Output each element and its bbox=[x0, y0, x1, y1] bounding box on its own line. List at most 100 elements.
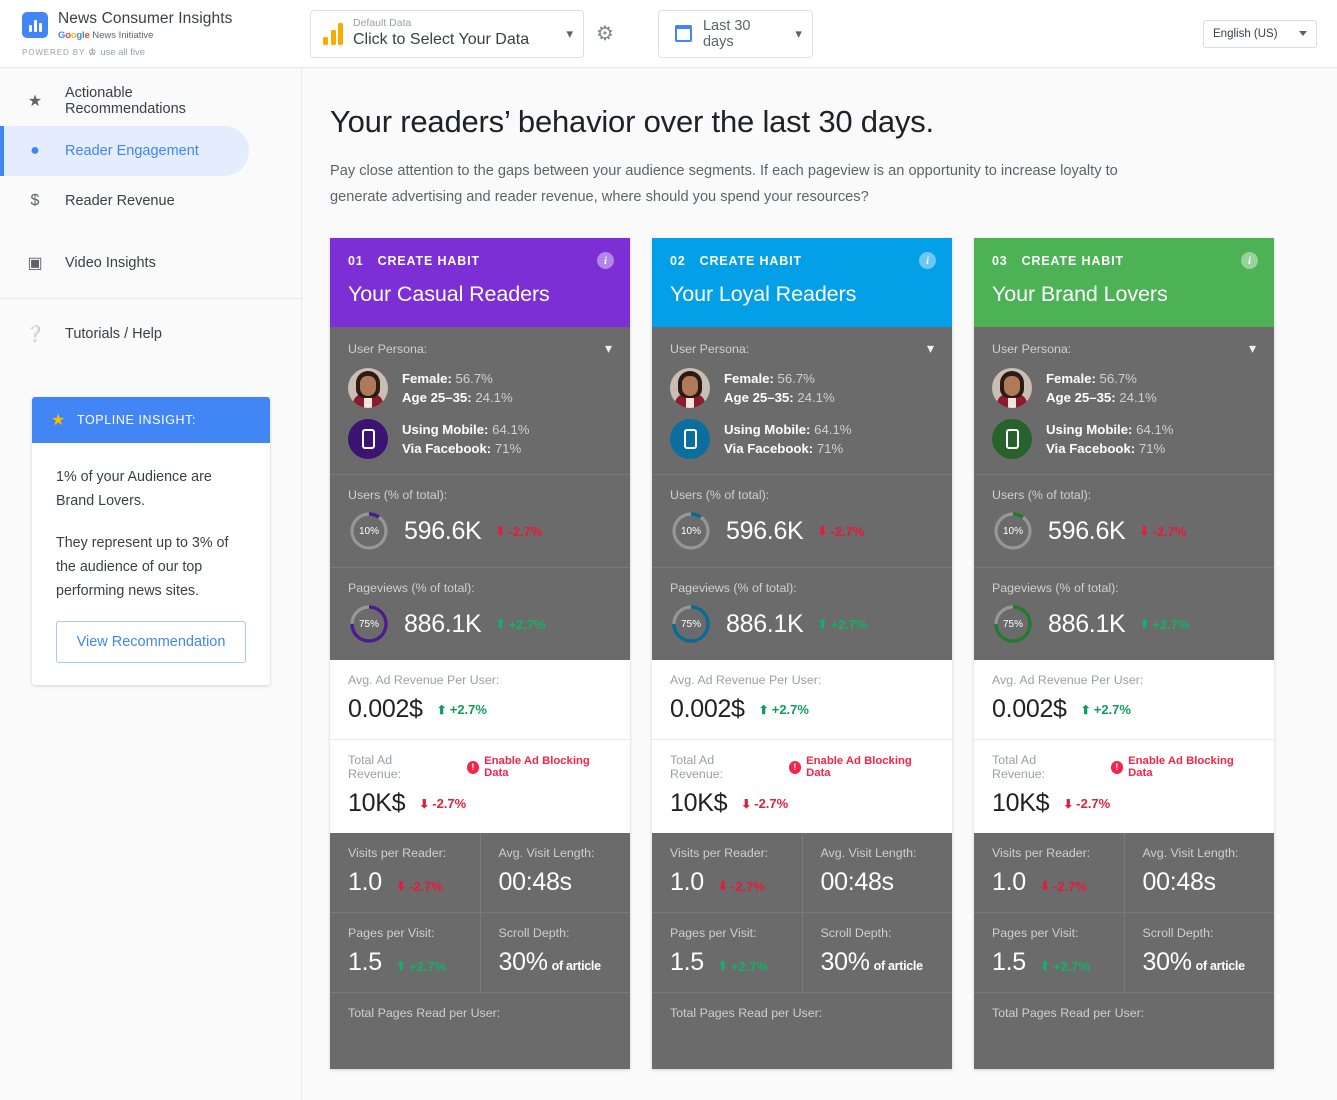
date-range-select[interactable]: Last 30 days ▾ bbox=[657, 9, 813, 58]
dollar-icon: $ bbox=[30, 192, 40, 209]
chevron-down-icon[interactable]: ▾ bbox=[927, 340, 934, 357]
sidebar-item-actionable-recommendations[interactable]: ★ Actionable Recommendations bbox=[0, 76, 249, 126]
delta-up: ⬆ +2.7% bbox=[436, 702, 487, 717]
sidebar-item-reader-revenue[interactable]: $ Reader Revenue bbox=[0, 176, 249, 226]
sidebar-item-label: Video Insights bbox=[65, 255, 156, 271]
sidebar-item-tutorials-help[interactable]: ❔ Tutorials / Help bbox=[0, 309, 249, 359]
info-icon[interactable]: i bbox=[597, 252, 614, 269]
chevron-down-icon[interactable]: ▾ bbox=[1249, 340, 1256, 357]
info-icon[interactable]: i bbox=[919, 252, 936, 269]
card-persona-metrics-dim: User Persona: ▾ Female: 56.7% Age 25–35:… bbox=[330, 327, 630, 660]
total-pages-read-metric: Total Pages Read per User: bbox=[652, 992, 952, 1069]
page-title: Your readers’ behavior over the last 30 … bbox=[330, 104, 934, 139]
card-kicker: CREATE HABIT bbox=[699, 254, 802, 268]
person-icon: ● bbox=[30, 142, 40, 159]
users-metric: Users (% of total): 10% 596.6K ⬇ -2.7% bbox=[330, 474, 630, 567]
persona-section: User Persona: ▾ Female: 56.7% Age 25–35:… bbox=[330, 327, 630, 474]
scroll-depth-label: Scroll Depth: bbox=[820, 926, 892, 940]
scroll-depth-value: 30% of article bbox=[820, 948, 924, 976]
persona-platform: Using Mobile: 64.1% Via Facebook: 71% bbox=[348, 419, 612, 459]
enable-ad-blocking-link[interactable]: ! Enable Ad Blocking Data bbox=[466, 755, 612, 779]
users-donut-label: 10% bbox=[1002, 525, 1023, 537]
scroll-depth-suffix: of article bbox=[873, 959, 923, 973]
delta-down: ⬇ -2.7% bbox=[717, 878, 765, 894]
main-content: Your readers’ behavior over the last 30 … bbox=[302, 68, 1337, 1100]
avatar bbox=[992, 368, 1032, 408]
card-persona-metrics-dim: User Persona: ▾ Female: 56.7% Age 25–35:… bbox=[652, 327, 952, 660]
avg-visit-length-metric: Avg. Visit Length: 00:48s bbox=[801, 833, 953, 912]
mobile-icon bbox=[992, 419, 1032, 459]
pageviews-donut-label: 75% bbox=[1002, 618, 1023, 630]
users-donut-label: 10% bbox=[358, 525, 379, 537]
visits-per-reader-metric: Visits per Reader: 1.0 ⬇ -2.7% bbox=[652, 833, 802, 912]
scroll-depth-metric: Scroll Depth: 30% of article bbox=[1123, 913, 1275, 992]
delta-down: ⬇ -2.7% bbox=[1039, 878, 1087, 894]
segment-card: 03 CREATE HABIT i Your Brand Lovers User… bbox=[974, 238, 1274, 1069]
avg-visit-length-value: 00:48s bbox=[498, 868, 573, 896]
pageviews-donut-chart: 75% bbox=[348, 603, 390, 645]
topline-insight-header: ★ TOPLINE INSIGHT: bbox=[32, 397, 270, 443]
users-donut-label: 10% bbox=[680, 525, 701, 537]
users-metric: Users (% of total): 10% 596.6K ⬇ -2.7% bbox=[974, 474, 1274, 567]
segment-cards: 01 CREATE HABIT i Your Casual Readers Us… bbox=[330, 238, 1337, 1069]
delta-up: ⬆ +2.7% bbox=[758, 702, 809, 717]
enable-ad-blocking-link[interactable]: ! Enable Ad Blocking Data bbox=[788, 755, 934, 779]
pageviews-value: 886.1K bbox=[1048, 609, 1126, 638]
delta-up: ⬆ +2.7% bbox=[1139, 616, 1190, 632]
arrow-down-icon: ⬇ bbox=[1139, 524, 1150, 538]
enable-ad-blocking-link[interactable]: ! Enable Ad Blocking Data bbox=[1110, 755, 1256, 779]
scroll-depth-metric: Scroll Depth: 30% of article bbox=[479, 913, 631, 992]
card-header: 02 CREATE HABIT i Your Loyal Readers bbox=[652, 238, 952, 327]
card-title: Your Brand Lovers bbox=[992, 282, 1168, 306]
visits-per-reader-label: Visits per Reader: bbox=[348, 846, 447, 860]
scroll-depth-value: 30% of article bbox=[498, 948, 602, 976]
app-logo-icon bbox=[22, 11, 48, 38]
arrow-up-icon: ⬆ bbox=[436, 702, 447, 717]
data-source-select[interactable]: Default Data Click to Select Your Data ▾ bbox=[310, 9, 584, 58]
star-icon: ★ bbox=[27, 93, 43, 110]
persona-platform-text: Using Mobile: 64.1% Via Facebook: 71% bbox=[724, 422, 852, 456]
pages-per-visit-metric: Pages per Visit: 1.5 ⬆ +2.7% bbox=[974, 913, 1124, 992]
pageviews-donut-label: 75% bbox=[358, 618, 379, 630]
total-ad-revenue-value: 10K$ bbox=[670, 789, 728, 817]
data-source-value: Click to Select Your Data bbox=[353, 31, 530, 48]
topline-insight-title: TOPLINE INSIGHT: bbox=[76, 413, 197, 427]
total-ad-revenue-metric: Total Ad Revenue: ! Enable Ad Blocking Da… bbox=[330, 739, 630, 833]
card-revenue-section: Avg. Ad Revenue Per User: 0.002$ ⬆ +2.7% … bbox=[330, 660, 630, 833]
language-select[interactable]: English (US) bbox=[1203, 19, 1317, 48]
delta-down: ⬇ -2.7% bbox=[741, 796, 789, 811]
card-number: 01 bbox=[348, 254, 364, 268]
sidebar-item-video-insights[interactable]: ▣ Video Insights bbox=[0, 238, 249, 288]
arrow-up-icon: ⬆ bbox=[1039, 959, 1050, 973]
avg-visit-length-label: Avg. Visit Length: bbox=[820, 846, 917, 860]
arrow-up-icon: ⬆ bbox=[495, 617, 506, 631]
sidebar: ★ Actionable Recommendations ● Reader En… bbox=[0, 68, 302, 1100]
topline-insight-card: ★ TOPLINE INSIGHT: 1% of your Audience a… bbox=[32, 397, 270, 685]
info-icon[interactable]: i bbox=[1241, 252, 1258, 269]
avg-ad-revenue-label: Avg. Ad Revenue Per User: bbox=[992, 673, 1144, 687]
topline-insight-body: 1% of your Audience are Brand Lovers. Th… bbox=[32, 443, 270, 685]
total-pages-read-metric: Total Pages Read per User: bbox=[330, 992, 630, 1069]
engagement-row-1: Visits per Reader: 1.0 ⬇ -2.7% Avg. Visit… bbox=[652, 833, 952, 912]
pages-per-visit-label: Pages per Visit: bbox=[670, 926, 757, 940]
avg-ad-revenue-label: Avg. Ad Revenue Per User: bbox=[670, 673, 822, 687]
pageviews-donut-chart: 75% bbox=[670, 603, 712, 645]
persona-demographic-text: Female: 56.7% Age 25–35: 24.1% bbox=[402, 371, 513, 405]
sidebar-item-reader-engagement[interactable]: ● Reader Engagement bbox=[0, 126, 249, 176]
pageviews-value: 886.1K bbox=[726, 609, 804, 638]
scroll-depth-label: Scroll Depth: bbox=[498, 926, 570, 940]
engagement-row-1: Visits per Reader: 1.0 ⬇ -2.7% Avg. Visit… bbox=[974, 833, 1274, 912]
total-ad-revenue-label: Total Ad Revenue: bbox=[992, 753, 1046, 781]
scroll-depth-suffix: of article bbox=[1195, 959, 1245, 973]
view-recommendation-button[interactable]: View Recommendation bbox=[56, 621, 246, 663]
divider bbox=[0, 298, 301, 299]
delta-up: ⬆ +2.7% bbox=[1080, 702, 1131, 717]
pages-per-visit-value: 1.5 bbox=[992, 948, 1026, 976]
total-pages-read-metric: Total Pages Read per User: bbox=[974, 992, 1274, 1069]
avg-ad-revenue-label: Avg. Ad Revenue Per User: bbox=[348, 673, 500, 687]
avg-visit-length-label: Avg. Visit Length: bbox=[498, 846, 595, 860]
avg-ad-revenue-value: 0.002$ bbox=[670, 695, 745, 723]
total-pages-read-label: Total Pages Read per User: bbox=[992, 1006, 1145, 1020]
gear-icon[interactable]: ⚙ bbox=[596, 21, 614, 46]
chevron-down-icon[interactable]: ▾ bbox=[605, 340, 612, 357]
